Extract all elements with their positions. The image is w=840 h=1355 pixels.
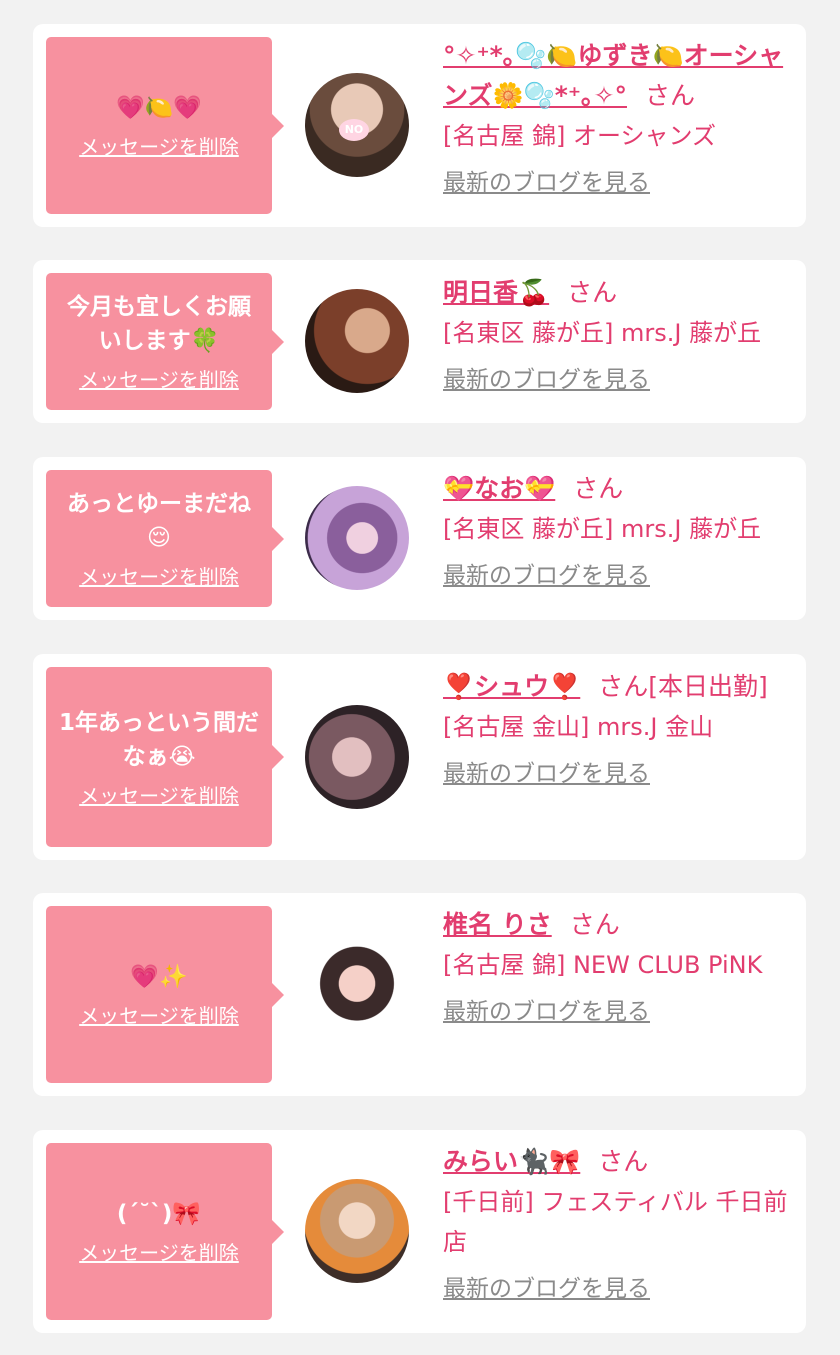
profile-name-link[interactable]: 💝なお💝 xyxy=(443,474,555,503)
message-text: 1年あっという間だなぁ😭 xyxy=(58,709,259,770)
delete-message-link[interactable]: メッセージを削除 xyxy=(79,1237,239,1266)
shop-name: [名東区 藤が丘] mrs.J 藤が丘 xyxy=(443,515,762,543)
delete-message-link[interactable]: メッセージを削除 xyxy=(79,1000,239,1029)
profile-info: 椎名 りさ さん [名古屋 錦] NEW CLUB PiNK 最新のブログを見る xyxy=(443,905,795,1027)
avatar[interactable] xyxy=(305,1179,409,1283)
profile-info: 💝なお💝 さん [名東区 藤が丘] mrs.J 藤が丘 最新のブログを見る xyxy=(443,469,795,591)
profile-info: °✧⁺*｡🫧🍋ゆずき🍋オーシャンズ🌼🫧*⁺｡✧° さん [名古屋 錦] オーシャン… xyxy=(443,36,795,198)
message-bubble: 今月も宜しくお願いします🍀 メッセージを削除 xyxy=(46,273,284,410)
profile-name-link[interactable]: 明日香🍒 xyxy=(443,278,549,307)
profile-info: みらい🐈‍⬛🎀 さん [千日前] フェスティバル 千日前店 最新のブログを見る xyxy=(443,1142,795,1304)
honorific: さん xyxy=(598,672,649,701)
profile-name-link[interactable]: 椎名 りさ xyxy=(443,910,552,939)
message-text: 💗🍋💗 xyxy=(116,95,202,121)
profile-info: 明日香🍒 さん [名東区 藤が丘] mrs.J 藤が丘 最新のブログを見る xyxy=(443,273,795,395)
delete-message-link[interactable]: メッセージを削除 xyxy=(79,364,239,393)
latest-blog-link[interactable]: 最新のブログを見る xyxy=(443,561,650,591)
message-bubble: 💗🍋💗 メッセージを削除 xyxy=(46,37,284,214)
favorite-card: 1年あっという間だなぁ😭 メッセージを削除 ❣️シュウ❣️ さん[本日出勤] [名… xyxy=(33,654,806,860)
avatar[interactable] xyxy=(305,942,409,1046)
message-text: あっとゆーまだね😌 xyxy=(67,491,251,551)
message-bubble: (ˊ˘ˋ)🎀 メッセージを削除 xyxy=(46,1143,284,1320)
favorite-card: 💗🍋💗 メッセージを削除 NO °✧⁺*｡🫧🍋ゆずき🍋オーシャンズ🌼🫧*⁺｡✧°… xyxy=(33,24,806,227)
shop-name: [名古屋 錦] オーシャンズ xyxy=(443,122,717,150)
delete-message-link[interactable]: メッセージを削除 xyxy=(79,780,239,809)
favorite-card: あっとゆーまだね😌 メッセージを削除 💝なお💝 さん [名東区 藤が丘] mrs.… xyxy=(33,457,806,620)
profile-name-link[interactable]: °✧⁺*｡🫧🍋ゆずき🍋オーシャンズ🌼🫧*⁺｡✧° xyxy=(443,41,783,110)
shop-name: [名東区 藤が丘] mrs.J 藤が丘 xyxy=(443,319,762,347)
message-bubble: 1年あっという間だなぁ😭 メッセージを削除 xyxy=(46,667,284,847)
avatar[interactable] xyxy=(305,705,409,809)
honorific: さん xyxy=(573,474,624,503)
favorite-card: 💗✨ メッセージを削除 椎名 りさ さん [名古屋 錦] NEW CLUB PiN… xyxy=(33,893,806,1096)
delete-message-link[interactable]: メッセージを削除 xyxy=(79,131,239,160)
profile-name-link[interactable]: みらい🐈‍⬛🎀 xyxy=(443,1147,580,1176)
latest-blog-link[interactable]: 最新のブログを見る xyxy=(443,168,650,198)
message-text: 今月も宜しくお願いします🍀 xyxy=(67,294,251,354)
latest-blog-link[interactable]: 最新のブログを見る xyxy=(443,1274,650,1304)
honorific: さん xyxy=(569,910,620,939)
avatar[interactable] xyxy=(305,486,409,590)
message-text: 💗✨ xyxy=(130,964,188,990)
favorite-card: 今月も宜しくお願いします🍀 メッセージを削除 明日香🍒 さん [名東区 藤が丘] … xyxy=(33,260,806,423)
honorific: さん xyxy=(598,1147,649,1176)
message-bubble: あっとゆーまだね😌 メッセージを削除 xyxy=(46,470,284,607)
shop-name: [名古屋 錦] NEW CLUB PiNK xyxy=(443,951,763,979)
latest-blog-link[interactable]: 最新のブログを見る xyxy=(443,365,650,395)
status-text: [本日出勤] xyxy=(648,672,768,701)
favorite-card: (ˊ˘ˋ)🎀 メッセージを削除 みらい🐈‍⬛🎀 さん [千日前] フェスティバル … xyxy=(33,1130,806,1333)
message-text: (ˊ˘ˋ)🎀 xyxy=(116,1201,202,1227)
honorific: さん xyxy=(644,81,695,110)
avatar[interactable] xyxy=(305,289,409,393)
profile-info: ❣️シュウ❣️ さん[本日出勤] [名古屋 金山] mrs.J 金山 最新のブログ… xyxy=(443,667,795,789)
shop-name: [千日前] フェスティバル 千日前店 xyxy=(443,1188,788,1256)
message-bubble: 💗✨ メッセージを削除 xyxy=(46,906,284,1083)
latest-blog-link[interactable]: 最新のブログを見る xyxy=(443,759,650,789)
latest-blog-link[interactable]: 最新のブログを見る xyxy=(443,997,650,1027)
honorific: さん xyxy=(567,278,618,307)
profile-name-link[interactable]: ❣️シュウ❣️ xyxy=(443,672,580,701)
shop-name: [名古屋 金山] mrs.J 金山 xyxy=(443,713,714,741)
avatar[interactable]: NO xyxy=(305,73,409,177)
delete-message-link[interactable]: メッセージを削除 xyxy=(79,561,239,590)
no-logo-icon: NO xyxy=(339,119,369,141)
